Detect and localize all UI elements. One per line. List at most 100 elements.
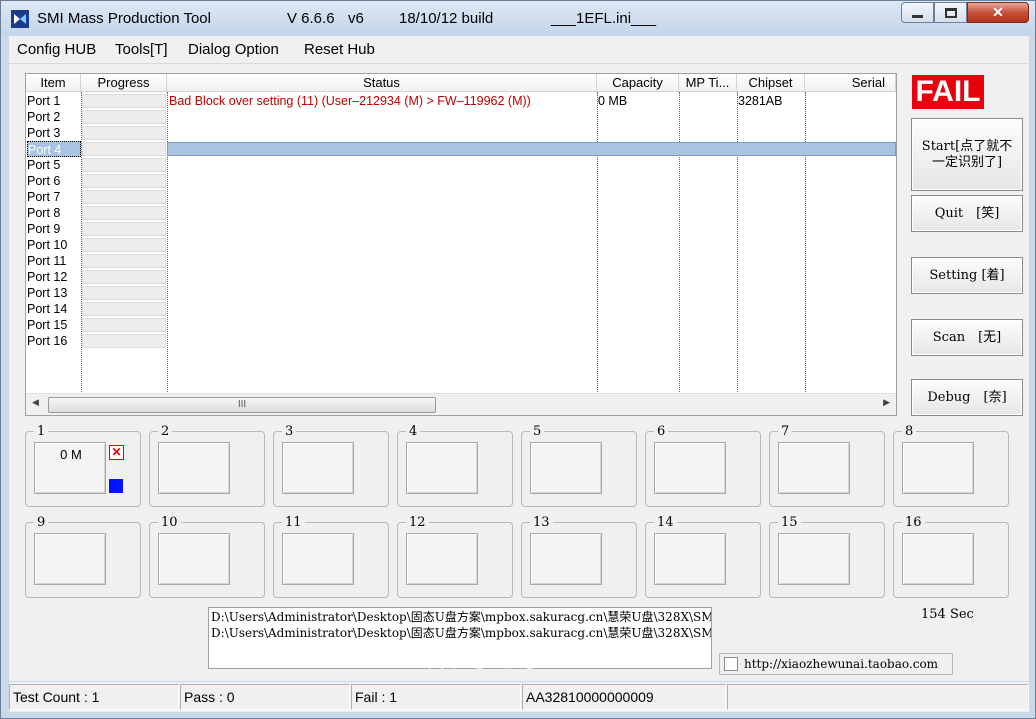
port-button[interactable] bbox=[34, 533, 106, 585]
main-panel: Item Progress Status Capacity MP Ti... C… bbox=[9, 64, 1029, 681]
start-button[interactable]: Start[点了就不一定识别了] bbox=[911, 118, 1023, 191]
port-button[interactable] bbox=[902, 442, 974, 494]
log-line: D:\Users\Administrator\Desktop\固态U盘方案\mp… bbox=[211, 610, 712, 624]
link-text[interactable]: http://xiaozhewunai.taobao.com bbox=[744, 657, 938, 671]
row-capacity: 0 MB bbox=[598, 94, 628, 108]
setting-button[interactable]: Setting [着] bbox=[911, 257, 1023, 294]
table-row[interactable]: Port 3 bbox=[26, 125, 896, 141]
port-number: 15 bbox=[778, 515, 801, 530]
port-button[interactable] bbox=[902, 533, 974, 585]
row-item: Port 15 bbox=[27, 318, 68, 332]
port-box: 15 bbox=[769, 515, 885, 598]
menu-dialog-option[interactable]: Dialog Option bbox=[188, 41, 279, 58]
minimize-button[interactable] bbox=[901, 2, 934, 23]
horizontal-scrollbar[interactable]: ◀ III ▶ bbox=[26, 393, 896, 415]
col-header-capacity[interactable]: Capacity bbox=[597, 74, 679, 92]
port-button[interactable] bbox=[530, 533, 602, 585]
row-item: Port 9 bbox=[27, 222, 61, 236]
menu-bar: Config HUB Tools[T] Dialog Option Reset … bbox=[9, 36, 1029, 64]
row-item: Port 12 bbox=[27, 270, 68, 284]
port-button[interactable] bbox=[778, 442, 850, 494]
col-header-status[interactable]: Status bbox=[167, 74, 597, 92]
table-row[interactable]: Port 14 bbox=[26, 301, 896, 317]
port-box: 11 bbox=[273, 515, 389, 598]
menu-tools[interactable]: Tools[T] bbox=[115, 41, 168, 58]
port-box: 10 bbox=[149, 515, 265, 598]
col-header-chipset[interactable]: Chipset bbox=[737, 74, 805, 92]
table-row[interactable]: Port 15 bbox=[26, 317, 896, 333]
progress-bar bbox=[82, 286, 166, 300]
table-row[interactable]: Port 16 bbox=[26, 333, 896, 349]
col-header-serial[interactable]: Serial bbox=[805, 74, 896, 92]
link-checkbox[interactable] bbox=[724, 657, 738, 671]
port-button[interactable] bbox=[282, 442, 354, 494]
app-icon bbox=[11, 10, 29, 28]
port-button[interactable] bbox=[158, 533, 230, 585]
port-button[interactable] bbox=[778, 533, 850, 585]
scan-button[interactable]: Scan [无] bbox=[911, 319, 1023, 356]
progress-bar bbox=[82, 174, 166, 188]
result-label: FAIL bbox=[912, 75, 984, 109]
close-button[interactable]: ✕ bbox=[967, 2, 1029, 23]
menu-reset-hub[interactable]: Reset Hub bbox=[304, 41, 375, 58]
row-item: Port 6 bbox=[27, 174, 61, 188]
maximize-button[interactable] bbox=[934, 2, 967, 23]
table-row[interactable]: Port 6 bbox=[26, 173, 896, 189]
elapsed-time: 154 Sec bbox=[921, 607, 974, 622]
col-header-item[interactable]: Item bbox=[26, 74, 81, 92]
port-number: 14 bbox=[654, 515, 677, 530]
progress-bar bbox=[82, 142, 166, 156]
port-button[interactable] bbox=[530, 442, 602, 494]
port-button[interactable] bbox=[654, 442, 726, 494]
status-serial: AA32810000000009 bbox=[522, 684, 726, 710]
port-button[interactable]: 0 M bbox=[34, 442, 106, 494]
port-box: 8 bbox=[893, 424, 1009, 507]
port-box: 1 0 M ✕ bbox=[25, 424, 141, 507]
port-button[interactable] bbox=[158, 442, 230, 494]
port-number: 6 bbox=[654, 424, 669, 439]
table-row[interactable]: Port 8 bbox=[26, 205, 896, 221]
port-button[interactable] bbox=[654, 533, 726, 585]
port-number: 13 bbox=[530, 515, 553, 530]
progress-bar bbox=[82, 126, 166, 140]
port-button[interactable] bbox=[406, 533, 478, 585]
app-window: SMI Mass Production Tool V 6.6.6 v6 18/1… bbox=[0, 0, 1036, 719]
table-row[interactable]: Port 5 bbox=[26, 157, 896, 173]
progress-bar bbox=[82, 302, 166, 316]
table-row[interactable]: Port 4 bbox=[26, 141, 896, 157]
menu-config-hub[interactable]: Config HUB bbox=[17, 41, 96, 58]
scroll-left-icon[interactable]: ◀ bbox=[32, 397, 39, 408]
table-row[interactable]: Port 11 bbox=[26, 253, 896, 269]
table-row[interactable]: Port 9 bbox=[26, 221, 896, 237]
watermark: 数码之家 bbox=[427, 640, 547, 673]
table-row[interactable]: Port 2 bbox=[26, 109, 896, 125]
table-row[interactable]: Port 10 bbox=[26, 237, 896, 253]
row-chipset: 3281AB bbox=[738, 94, 783, 108]
table-row[interactable]: Port 13 bbox=[26, 285, 896, 301]
port-list[interactable]: Item Progress Status Capacity MP Ti... C… bbox=[25, 73, 897, 416]
port-box: 3 bbox=[273, 424, 389, 507]
version-label: V 6.6.6 bbox=[287, 10, 335, 27]
port-button[interactable] bbox=[406, 442, 478, 494]
variant-label: v6 bbox=[348, 10, 364, 27]
table-row[interactable]: Port 7 bbox=[26, 189, 896, 205]
title-bar: SMI Mass Production Tool V 6.6.6 v6 18/1… bbox=[1, 1, 1035, 35]
status-pass: Pass : 0 bbox=[180, 684, 350, 710]
link-option[interactable]: http://xiaozhewunai.taobao.com bbox=[719, 653, 953, 675]
build-label: 18/10/12 build bbox=[399, 10, 494, 27]
table-row[interactable]: Port 12 bbox=[26, 269, 896, 285]
port-number: 9 bbox=[34, 515, 49, 530]
debug-button[interactable]: Debug [奈] bbox=[911, 379, 1023, 416]
col-header-mp-time[interactable]: MP Ti... bbox=[679, 74, 737, 92]
scroll-right-icon[interactable]: ▶ bbox=[883, 397, 890, 408]
status-fail: Fail : 1 bbox=[351, 684, 521, 710]
scroll-thumb[interactable]: III bbox=[48, 397, 436, 413]
port-button[interactable] bbox=[282, 533, 354, 585]
col-header-progress[interactable]: Progress bbox=[81, 74, 167, 92]
minimize-icon bbox=[912, 14, 923, 18]
port-box: 7 bbox=[769, 424, 885, 507]
port-number: 5 bbox=[530, 424, 545, 439]
quit-button[interactable]: Quit [笑] bbox=[911, 195, 1023, 232]
port-capacity: 0 M bbox=[60, 447, 82, 462]
table-row[interactable]: Port 1 Bad Block over setting (11) (User–… bbox=[26, 93, 896, 109]
